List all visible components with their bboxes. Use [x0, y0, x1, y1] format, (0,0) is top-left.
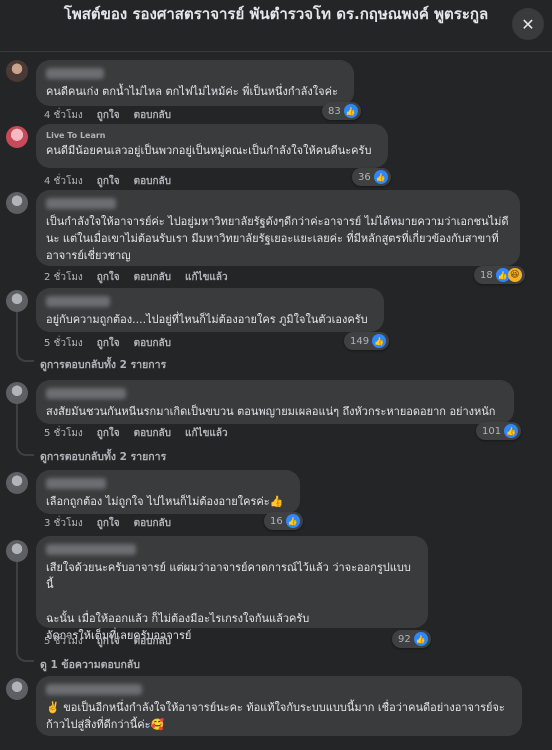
reply-button[interactable]: ตอบกลับ [134, 634, 171, 649]
avatar[interactable] [6, 678, 28, 700]
reaction-count[interactable]: 101 👍 [476, 422, 522, 440]
reply-button[interactable]: ตอบกลับ [134, 108, 171, 123]
comment-text: เลือกถูกต้อง ไม่ถูกใจ ไปไหนก็ไม่ต้องอายใ… [46, 495, 284, 508]
comment-actions: 2 ชั่วโมง ถูกใจ ตอบกลับ แก้ไขแล้ว [44, 270, 228, 285]
reaction-count[interactable]: 92 👍 [392, 630, 431, 648]
view-replies-link[interactable]: ดูการตอบกลับทั้ง 2 รายการ [40, 356, 166, 373]
view-replies-link[interactable]: ดูการตอบกลับทั้ง 2 รายการ [40, 448, 166, 465]
thread-line [16, 562, 34, 662]
author-name[interactable] [46, 478, 106, 489]
close-button[interactable]: ✕ [512, 8, 544, 40]
author-name[interactable] [46, 544, 136, 555]
like-reaction-icon: 👍 [343, 104, 358, 118]
comment-text: สงสัยมันชวนกันหนีนรกมาเกิดเป็นขบวน ตอนพญ… [46, 405, 496, 418]
reply-button[interactable]: ตอบกลับ [134, 516, 171, 531]
like-button[interactable]: ถูกใจ [97, 270, 120, 285]
comment-actions: 3 ชั่วโมง ถูกใจ ตอบกลับ [44, 516, 171, 531]
thread-line [16, 404, 34, 456]
comment-actions: 4 ชั่วโมง ถูกใจ ตอบกลับ [44, 174, 171, 189]
author-name[interactable] [46, 198, 116, 209]
comment-actions: 5 ชั่วโมง ถูกใจ ตอบกลับ แก้ไขแล้ว [44, 426, 228, 441]
thread-line [16, 312, 34, 362]
comment-bubble: สงสัยมันชวนกันหนีนรกมาเกิดเป็นขบวน ตอนพญ… [36, 380, 514, 424]
comment-time[interactable]: 5 ชั่วโมง [44, 426, 83, 441]
comment-time[interactable]: 4 ชั่วโมง [44, 174, 83, 189]
like-reaction-icon: 👍 [504, 424, 519, 438]
like-button[interactable]: ถูกใจ [97, 336, 120, 351]
post-title: โพสต์ของ รองศาสตราจารย์ พันตำรวจโท ดร.กฤ… [63, 5, 489, 23]
comment-time[interactable]: 5 ชั่วโมง [44, 336, 83, 351]
like-button[interactable]: ถูกใจ [97, 516, 120, 531]
avatar[interactable] [6, 540, 28, 562]
comment-bubble: เสียใจด้วยนะครับอาจารย์ แต่ผมว่าอาจารย์ค… [36, 536, 428, 642]
avatar[interactable] [6, 382, 28, 404]
like-reaction-icon: 👍 [372, 334, 387, 348]
comment-time[interactable]: 4 ชั่วโมง [44, 108, 83, 123]
author-name[interactable]: Live To Learn [46, 130, 378, 142]
author-name[interactable] [46, 684, 142, 695]
comment-feed[interactable]: คนดีคนเก่ง ตกน้ำไม่ไหล ตกไฟไม่ไหม้ค่ะ พี… [0, 52, 552, 750]
comment-bubble: คนดีคนเก่ง ตกน้ำไม่ไหล ตกไฟไม่ไหม้ค่ะ พี… [36, 60, 354, 106]
comment-actions: 5 ชั่วโมง ถูกใจ ตอบกลับ [44, 634, 171, 649]
comment-bubble: ✌️ ขอเป็นอีกหนึ่งกำลังใจให้อาจารย์นะคะ ท… [36, 676, 522, 736]
reaction-count[interactable]: 18 👍 😆 [474, 266, 525, 284]
edited-label[interactable]: แก้ไขแล้ว [185, 426, 228, 441]
comment-text: เสียใจด้วยนะครับอาจารย์ แต่ผมว่าอาจารย์ค… [46, 561, 411, 642]
view-replies-link[interactable]: ดู 1 ข้อความตอบกลับ [40, 656, 140, 673]
comment-bubble: เลือกถูกต้อง ไม่ถูกใจ ไปไหนก็ไม่ต้องอายใ… [36, 470, 300, 514]
haha-reaction-icon: 😆 [507, 268, 522, 282]
reaction-count[interactable]: 83 👍 [322, 102, 361, 120]
edited-label[interactable]: แก้ไขแล้ว [185, 270, 228, 285]
reaction-count[interactable]: 149 👍 [344, 332, 390, 350]
comment-actions: 5 ชั่วโมง ถูกใจ ตอบกลับ [44, 336, 171, 351]
comment-time[interactable]: 2 ชั่วโมง [44, 270, 83, 285]
like-button[interactable]: ถูกใจ [97, 634, 120, 649]
avatar[interactable] [6, 290, 28, 312]
comment-text: คนดีคนเก่ง ตกน้ำไม่ไหล ตกไฟไม่ไหม้ค่ะ พี… [46, 85, 338, 98]
avatar[interactable] [6, 192, 28, 214]
author-name[interactable] [46, 68, 104, 79]
reply-button[interactable]: ตอบกลับ [134, 426, 171, 441]
comment-text: ✌️ ขอเป็นอีกหนึ่งกำลังใจให้อาจารย์นะคะ ท… [46, 701, 505, 731]
like-button[interactable]: ถูกใจ [97, 426, 120, 441]
reply-button[interactable]: ตอบกลับ [134, 270, 171, 285]
comment-bubble: Live To Learn คนดีมีน้อยคนเลวอยู่เป็นพวก… [36, 124, 388, 168]
comment-text: อยู่กับความถูกต้อง....ไปอยู่ที่ไหนก็ไม่ต… [46, 313, 368, 326]
avatar[interactable] [6, 472, 28, 494]
like-button[interactable]: ถูกใจ [97, 174, 120, 189]
comment-text: เป็นกำลังใจให้อาจารย์ค่ะ ไปอยู่มหาวิทยาล… [46, 215, 509, 262]
like-reaction-icon: 👍 [413, 632, 428, 646]
avatar[interactable] [6, 60, 28, 82]
close-icon: ✕ [521, 14, 535, 34]
author-name[interactable] [46, 296, 110, 307]
like-button[interactable]: ถูกใจ [97, 108, 120, 123]
comment-actions: 4 ชั่วโมง ถูกใจ ตอบกลับ [44, 108, 171, 123]
comment-time[interactable]: 3 ชั่วโมง [44, 516, 83, 531]
comment-text: คนดีมีน้อยคนเลวอยู่เป็นพวกอยู่เป็นหมู่คณ… [46, 144, 372, 157]
comment-bubble: เป็นกำลังใจให้อาจารย์ค่ะ ไปอยู่มหาวิทยาล… [36, 190, 520, 266]
reaction-count[interactable]: 36 👍 [352, 168, 391, 186]
avatar[interactable] [6, 126, 28, 148]
reaction-count[interactable]: 16 👍 [264, 512, 303, 530]
comment-time[interactable]: 5 ชั่วโมง [44, 634, 83, 649]
like-reaction-icon: 👍 [285, 514, 300, 528]
reply-button[interactable]: ตอบกลับ [134, 174, 171, 189]
comment-bubble: อยู่กับความถูกต้อง....ไปอยู่ที่ไหนก็ไม่ต… [36, 288, 384, 332]
post-header: โพสต์ของ รองศาสตราจารย์ พันตำรวจโท ดร.กฤ… [0, 0, 552, 52]
reply-button[interactable]: ตอบกลับ [134, 336, 171, 351]
author-name[interactable] [46, 388, 126, 399]
like-reaction-icon: 👍 [373, 170, 388, 184]
